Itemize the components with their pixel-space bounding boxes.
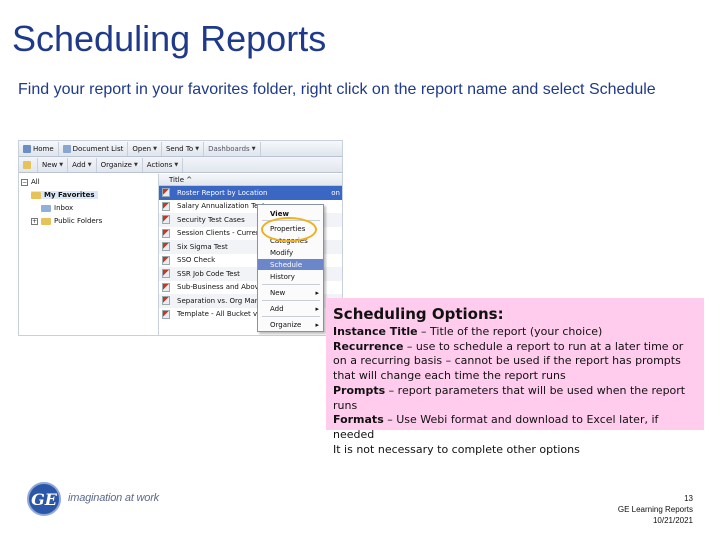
tree-item-all[interactable]: − All bbox=[21, 178, 40, 186]
option-formats: Formats – Use Webi format and download t… bbox=[333, 413, 659, 441]
report-icon bbox=[162, 296, 170, 306]
document-icon bbox=[62, 144, 71, 153]
slide-footer: 13 GE Learning Reports 10/21/2021 bbox=[618, 493, 693, 526]
menu-item-schedule[interactable]: Schedule bbox=[258, 259, 323, 270]
slide-subtitle: Find your report in your favorites folde… bbox=[18, 81, 656, 98]
chevron-down-icon: ▼ bbox=[133, 161, 138, 168]
secondary-toolbar: New ▼ Add ▼ Organize ▼ Actions ▼ bbox=[19, 157, 342, 173]
submenu-arrow-icon: ▸ bbox=[315, 320, 319, 329]
menu-divider bbox=[262, 300, 320, 301]
submenu-arrow-icon: ▸ bbox=[315, 288, 319, 297]
collapse-icon[interactable]: − bbox=[21, 178, 28, 186]
option-instance-title: Instance Title – Title of the report (yo… bbox=[333, 325, 603, 338]
report-icon bbox=[162, 242, 170, 252]
slide-title: Scheduling Reports bbox=[12, 18, 327, 59]
chevron-down-icon: ▼ bbox=[153, 145, 157, 152]
tree-item-inbox[interactable]: Inbox bbox=[41, 204, 73, 212]
new-menu-button[interactable]: New ▼ bbox=[38, 157, 69, 172]
report-icon bbox=[162, 188, 170, 198]
report-icon bbox=[162, 201, 170, 211]
report-icon bbox=[162, 215, 170, 225]
chevron-down-icon: ▼ bbox=[174, 161, 179, 168]
tree-item-my-favorites[interactable]: My Favorites bbox=[31, 191, 98, 199]
report-icon bbox=[162, 309, 170, 319]
option-recurrence: Recurrence – use to schedule a report to… bbox=[333, 339, 684, 383]
highlight-oval bbox=[261, 217, 317, 242]
report-icon bbox=[162, 228, 170, 238]
folder-icon bbox=[31, 191, 41, 199]
home-icon bbox=[23, 144, 31, 153]
main-toolbar: Home Document List Open ▼ Send To ▼ Dashbo… bbox=[19, 141, 342, 157]
open-menu-button[interactable]: Open ▼ bbox=[128, 141, 162, 156]
tagline: imagination at work bbox=[68, 492, 159, 504]
menu-divider bbox=[262, 284, 320, 285]
footer-date: 10/21/2021 bbox=[652, 516, 693, 525]
add-menu-button[interactable]: Add ▼ bbox=[68, 157, 97, 172]
report-icon bbox=[162, 255, 170, 265]
submenu-arrow-icon: ▸ bbox=[315, 304, 319, 313]
callout-footnote: It is not necessary to complete other op… bbox=[333, 442, 580, 456]
menu-divider bbox=[262, 316, 320, 317]
option-prompts: Prompts – report parameters that will be… bbox=[333, 383, 686, 412]
folder-tree: − All My Favorites Inbox + Public Folders bbox=[19, 174, 159, 335]
expand-icon[interactable]: + bbox=[31, 217, 38, 225]
list-item[interactable]: Roster Report by Location on bbox=[159, 186, 342, 200]
chevron-down-icon: ▼ bbox=[195, 145, 200, 152]
actions-menu-button[interactable]: Actions ▼ bbox=[143, 157, 184, 172]
document-list-button[interactable]: Document List bbox=[59, 141, 129, 156]
page-number: 13 bbox=[684, 494, 693, 503]
send-to-menu-button[interactable]: Send To ▼ bbox=[162, 141, 205, 156]
menu-item-modify[interactable]: Modify bbox=[258, 247, 323, 258]
inbox-icon bbox=[41, 204, 51, 212]
chevron-down-icon: ▼ bbox=[87, 161, 92, 168]
report-icon bbox=[162, 269, 170, 279]
menu-item-organize[interactable]: Organize ▸ bbox=[258, 319, 323, 330]
title-column-header[interactable]: Title ^ bbox=[159, 174, 342, 186]
folder-icon bbox=[41, 217, 51, 225]
menu-item-new[interactable]: New ▸ bbox=[258, 287, 323, 298]
tree-item-public-folders[interactable]: + Public Folders bbox=[31, 217, 102, 225]
menu-item-add[interactable]: Add ▸ bbox=[258, 303, 323, 314]
chevron-down-icon: ▼ bbox=[59, 161, 64, 168]
dashboards-menu-button[interactable]: Dashboards ▼ bbox=[204, 141, 261, 156]
home-button[interactable]: Home bbox=[19, 141, 59, 156]
ge-logo: GE bbox=[27, 482, 61, 516]
scheduling-options-text: Scheduling Options: Instance Title – Tit… bbox=[333, 305, 699, 457]
report-icon bbox=[162, 282, 170, 292]
chevron-down-icon: ▼ bbox=[251, 145, 256, 152]
organize-menu-button[interactable]: Organize ▼ bbox=[97, 157, 143, 172]
callout-title: Scheduling Options: bbox=[333, 305, 504, 323]
menu-item-history[interactable]: History bbox=[258, 271, 323, 282]
folder-up-button[interactable] bbox=[19, 157, 38, 172]
folder-icon bbox=[23, 160, 31, 169]
course-name: GE Learning Reports bbox=[617, 505, 693, 514]
